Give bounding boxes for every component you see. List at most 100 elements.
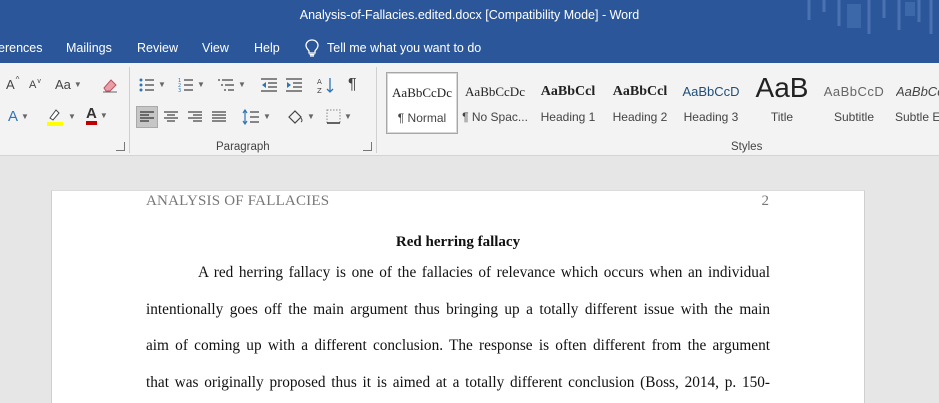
style-subtitle[interactable]: AaBbCcD Subtitle — [818, 72, 890, 134]
style-name: Title — [770, 110, 794, 124]
document-page[interactable]: ANALYSIS OF FALLACIES 2 Red herring fall… — [51, 190, 865, 403]
align-left-icon — [140, 111, 154, 122]
style-subtle-emphasis[interactable]: AaBbCcl Subtle Em — [890, 72, 939, 134]
sort-icon: A Z — [317, 78, 334, 94]
ribbon: A ^ Av Aa ▼ A ▼ ▼ A ▼ ▼ 1 2 3 ▼ ▼ A Z ¶ … — [0, 63, 939, 156]
style-heading-2[interactable]: AaBbCcl Heading 2 — [604, 72, 676, 134]
grow-font-glyph: A — [6, 77, 15, 92]
paragraph-group-label: Paragraph — [216, 141, 270, 153]
style-name: Heading 1 — [540, 110, 596, 124]
shrink-font-glyph: A — [29, 79, 37, 91]
dropdown-arrow-icon: ▼ — [99, 111, 108, 120]
text-effects-button[interactable]: A ▼ — [8, 109, 29, 124]
style-name: Heading 3 — [683, 110, 739, 124]
paint-bucket-icon — [288, 110, 303, 124]
tab-help[interactable]: Help — [254, 41, 280, 55]
numbering-button[interactable]: 1 2 3 ▼ — [178, 78, 205, 92]
dropdown-arrow-icon: ▼ — [307, 112, 315, 121]
style-heading-1[interactable]: AaBbCcl Heading 1 — [532, 72, 604, 134]
style-sample: AaBbCcD — [823, 84, 885, 99]
section-heading: Red herring fallacy — [395, 234, 521, 250]
style-heading-3[interactable]: AaBbCcD Heading 3 — [675, 72, 747, 134]
increase-indent-button[interactable] — [285, 78, 303, 92]
style-title[interactable]: AaB Title — [746, 72, 818, 134]
caret-down-icon: v — [37, 78, 41, 85]
style-sample: AaBbCcl — [612, 84, 668, 99]
title-bar-pattern — [807, 0, 933, 34]
change-case-glyph: Aa — [55, 77, 71, 92]
decrease-indent-icon — [261, 78, 277, 92]
pilcrow-icon: ¶ — [348, 76, 357, 93]
dropdown-arrow-icon: ▼ — [21, 111, 29, 121]
style-normal[interactable]: AaBbCcDc ¶ Normal — [386, 72, 458, 134]
highlighter-icon — [47, 109, 63, 126]
style-name: Subtitle — [833, 110, 875, 124]
align-center-button[interactable] — [164, 111, 178, 123]
caret-up-icon: ^ — [15, 74, 20, 84]
bullets-button[interactable]: ▼ — [139, 78, 166, 92]
group-separator — [129, 67, 130, 153]
body-line: aim of coming up with a different conclu… — [146, 337, 770, 354]
group-separator — [376, 67, 377, 153]
dropdown-arrow-icon: ▼ — [263, 112, 271, 121]
style-sample: AaB — [755, 72, 809, 103]
align-right-icon — [188, 111, 202, 122]
style-sample: AaBbCcl — [540, 84, 596, 99]
highlight-color-button[interactable]: ▼ — [45, 107, 76, 127]
style-sample: AaBbCcl — [896, 84, 939, 99]
style-sample: AaBbCcDc — [392, 85, 452, 100]
document-workspace[interactable]: ANALYSIS OF FALLACIES 2 Red herring fall… — [0, 157, 939, 403]
dropdown-arrow-icon: ▼ — [68, 112, 76, 121]
svg-text:3: 3 — [178, 88, 181, 92]
style-sample: AaBbCcD — [682, 84, 740, 99]
style-name: ¶ Normal — [397, 111, 447, 125]
clear-formatting-button[interactable] — [101, 76, 119, 94]
font-color-button[interactable]: A ▼ — [86, 106, 108, 125]
shrink-font-button[interactable]: Av — [29, 78, 41, 91]
multilevel-list-button[interactable]: ▼ — [217, 78, 246, 92]
font-dialog-launcher[interactable] — [116, 142, 125, 151]
dropdown-arrow-icon: ▼ — [238, 80, 246, 89]
change-case-button[interactable]: Aa ▼ — [55, 78, 82, 91]
tell-me-label: Tell me what you want to do — [327, 41, 482, 55]
running-head: ANALYSIS OF FALLACIES — [146, 193, 330, 209]
style-name: Heading 2 — [612, 110, 668, 124]
paragraph-dialog-launcher[interactable] — [363, 142, 372, 151]
grow-font-button[interactable]: A ^ — [6, 74, 20, 92]
line-spacing-icon — [242, 109, 259, 125]
text-effects-glyph: A — [8, 108, 19, 125]
tab-mailings[interactable]: Mailings — [66, 41, 112, 55]
tab-references[interactable]: erences — [0, 41, 42, 55]
dropdown-arrow-icon: ▼ — [344, 111, 352, 121]
style-sample: AaBbCcDc — [465, 84, 525, 99]
shading-button[interactable]: ▼ — [286, 108, 315, 126]
borders-icon — [326, 109, 341, 124]
decrease-indent-button[interactable] — [260, 78, 278, 92]
body-line: that was originally proposed thus it is … — [146, 374, 770, 391]
styles-group-label: Styles — [731, 141, 763, 153]
align-left-button[interactable] — [136, 106, 158, 128]
align-right-button[interactable] — [188, 111, 202, 123]
style-name: ¶ No Spac... — [462, 110, 528, 124]
borders-button[interactable]: ▼ — [326, 109, 352, 124]
style-no-spacing[interactable]: AaBbCcDc ¶ No Spac... — [459, 72, 531, 134]
title-bar: Analysis-of-Fallacies.edited.docx [Compa… — [0, 0, 939, 34]
tab-view[interactable]: View — [202, 41, 229, 55]
justify-button[interactable] — [212, 111, 226, 123]
multilevel-list-icon — [218, 79, 234, 91]
bullet-list-icon — [139, 78, 154, 92]
justify-icon — [212, 111, 226, 122]
lightbulb-icon — [305, 39, 319, 57]
align-center-icon — [164, 111, 178, 122]
show-formatting-marks-button[interactable]: ¶ — [348, 77, 357, 93]
sort-button[interactable]: A Z — [317, 76, 335, 94]
page-number: 2 — [761, 193, 770, 209]
dropdown-arrow-icon: ▼ — [73, 79, 82, 89]
line-spacing-button[interactable]: ▼ — [242, 109, 271, 125]
tab-review[interactable]: Review — [137, 41, 178, 55]
eraser-icon — [103, 79, 117, 93]
numbered-list-icon: 1 2 3 — [178, 78, 193, 92]
body-line: A red herring fallacy is one of the fall… — [198, 264, 770, 281]
svg-text:A: A — [317, 78, 322, 86]
tell-me-search[interactable]: Tell me what you want to do — [305, 39, 481, 57]
